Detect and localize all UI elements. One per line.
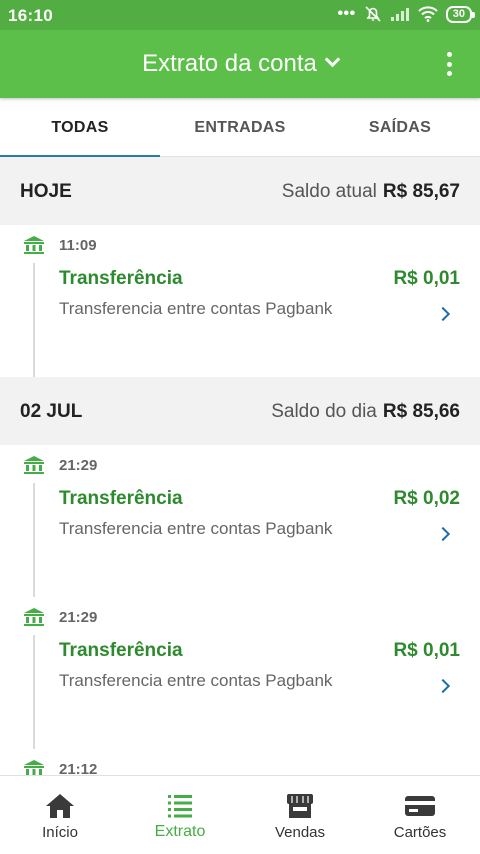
transaction-time: 11:09 xyxy=(59,237,97,254)
tab-entradas[interactable]: ENTRADAS xyxy=(160,98,320,156)
balance-label: Saldo do dia xyxy=(271,401,377,422)
status-icons: ••• 30 xyxy=(337,5,476,23)
bank-icon xyxy=(24,456,44,474)
section-header-hoje: HOJE Saldo atual R$ 85,67 xyxy=(0,157,480,225)
transaction-description: Transferencia entre contas Pagbank xyxy=(59,299,333,318)
wifi-icon xyxy=(418,6,438,22)
battery-icon: 30 xyxy=(445,5,476,23)
balance-summary: Saldo do dia R$ 85,66 xyxy=(271,401,460,423)
more-dots-icon: ••• xyxy=(337,5,356,22)
transaction-amount: R$ 0,01 xyxy=(393,640,460,661)
chevron-right-icon[interactable] xyxy=(435,306,451,322)
card-icon xyxy=(405,796,435,816)
app-header-area: 16:10 ••• 30 Extrato da conta xyxy=(0,0,480,98)
nav-label: Extrato xyxy=(154,823,206,840)
transaction-time: 21:29 xyxy=(59,609,98,626)
nav-label: Cartões xyxy=(393,824,447,841)
mute-icon xyxy=(365,6,381,22)
toolbar: Extrato da conta xyxy=(0,30,480,98)
kebab-menu-icon[interactable] xyxy=(446,52,452,76)
transaction-time: 21:29 xyxy=(59,457,98,474)
timeline-line xyxy=(33,263,35,377)
transaction-item[interactable]: 21:29 Transferência R$ 0,01 Transferenci… xyxy=(0,597,480,749)
filter-tabs: TODAS ENTRADAS SAÍDAS xyxy=(0,98,480,157)
balance-summary: Saldo atual R$ 85,67 xyxy=(282,181,460,203)
nav-inicio[interactable]: Início xyxy=(0,776,120,854)
balance-value: R$ 85,67 xyxy=(382,181,460,202)
section-date-label: HOJE xyxy=(20,181,72,202)
balance-label: Saldo atual xyxy=(281,181,377,202)
transaction-description: Transferencia entre contas Pagbank xyxy=(59,519,333,538)
chevron-right-icon[interactable] xyxy=(435,526,451,542)
nav-extrato[interactable]: Extrato xyxy=(120,776,240,854)
transaction-item[interactable]: 21:29 Transferência R$ 0,02 Transferenci… xyxy=(0,445,480,597)
balance-value: R$ 85,66 xyxy=(382,401,460,422)
section-date-label: 02 JUL xyxy=(20,401,83,422)
bank-icon xyxy=(24,236,44,254)
signal-icon xyxy=(390,8,409,21)
section-header-02-jul: 02 JUL Saldo do dia R$ 85,66 xyxy=(0,377,480,445)
store-icon xyxy=(287,794,313,818)
tab-saidas[interactable]: SAÍDAS xyxy=(320,98,480,156)
list-icon xyxy=(168,795,192,818)
transaction-title: Transferência xyxy=(59,640,183,661)
chevron-down-icon xyxy=(324,51,341,68)
transaction-title: Transferência xyxy=(59,488,183,509)
home-icon xyxy=(46,794,74,818)
account-selector[interactable]: Extrato da conta xyxy=(0,50,480,78)
timeline-line xyxy=(33,483,35,597)
page-title: Extrato da conta xyxy=(142,50,317,77)
nav-cartoes[interactable]: Cartões xyxy=(360,776,480,854)
transaction-amount: R$ 0,01 xyxy=(393,268,460,289)
transaction-item[interactable]: 11:09 Transferência R$ 0,01 Transferenci… xyxy=(0,225,480,377)
nav-label: Início xyxy=(42,824,78,841)
bank-icon xyxy=(24,608,44,626)
transaction-title: Transferência xyxy=(59,268,183,289)
transaction-description: Transferencia entre contas Pagbank xyxy=(59,671,333,690)
status-time: 16:10 xyxy=(8,6,53,25)
timeline-line xyxy=(33,635,35,749)
bottom-navigation: Início Extrato Vendas Cartões xyxy=(0,775,480,854)
nav-vendas[interactable]: Vendas xyxy=(240,776,360,854)
nav-label: Vendas xyxy=(274,824,326,841)
tab-todas[interactable]: TODAS xyxy=(0,98,160,157)
transaction-amount: R$ 0,02 xyxy=(393,488,460,509)
status-bar: 16:10 ••• 30 xyxy=(0,0,480,30)
chevron-right-icon[interactable] xyxy=(435,678,451,694)
